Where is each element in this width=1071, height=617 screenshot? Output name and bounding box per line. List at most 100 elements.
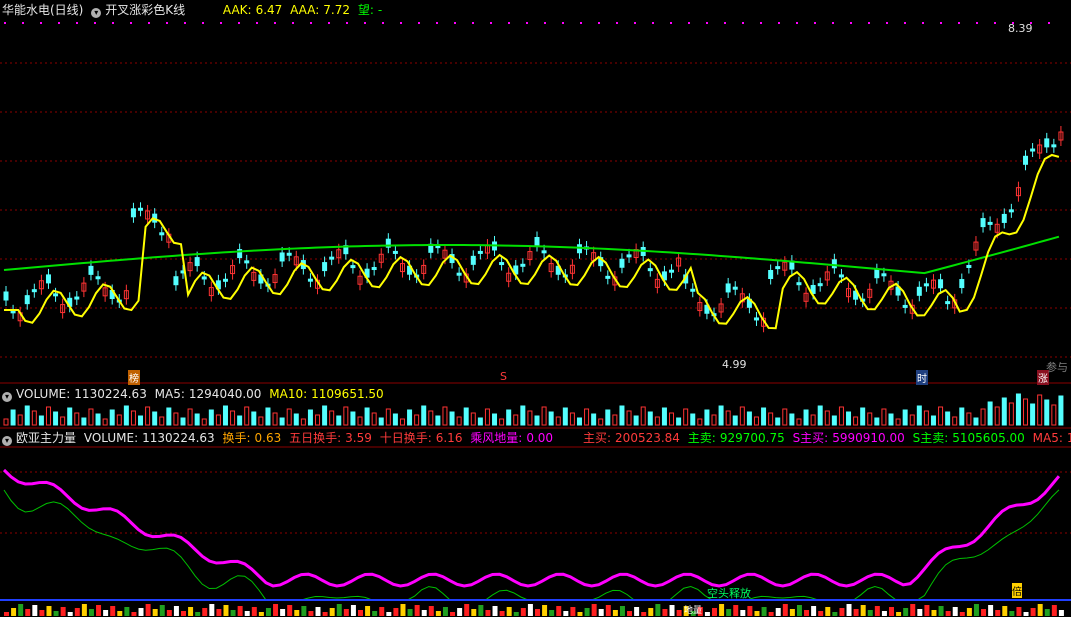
force-block bbox=[860, 605, 866, 616]
force-title[interactable]: 欧亚主力量 bbox=[16, 431, 76, 445]
volume-bar bbox=[980, 408, 986, 426]
force-block bbox=[648, 608, 654, 616]
candle-body bbox=[392, 250, 398, 254]
candle-body bbox=[803, 292, 809, 302]
chevron-down-icon[interactable]: ▾ bbox=[91, 8, 102, 18]
volume-bar bbox=[17, 414, 23, 426]
force-block bbox=[811, 606, 817, 616]
force-block bbox=[117, 611, 123, 616]
volume-bar bbox=[38, 415, 44, 426]
volume-bar bbox=[371, 412, 377, 426]
signal-marker-right1: 时 bbox=[916, 370, 928, 385]
force-block bbox=[499, 611, 505, 616]
force-block bbox=[634, 607, 640, 616]
force-block bbox=[350, 605, 356, 616]
candle-body bbox=[364, 268, 370, 278]
force-block bbox=[846, 604, 852, 616]
candle-body bbox=[499, 262, 505, 266]
volume-bar bbox=[492, 413, 498, 426]
force-block bbox=[747, 606, 753, 616]
marker-dot bbox=[850, 22, 852, 24]
candle-body bbox=[1030, 148, 1036, 152]
force-block bbox=[627, 611, 633, 616]
volume-bar bbox=[60, 416, 66, 426]
volume-bar bbox=[251, 411, 257, 426]
volume-bar bbox=[676, 417, 682, 426]
candle-body bbox=[916, 286, 922, 296]
volume-bar bbox=[853, 416, 859, 426]
marker-dot bbox=[904, 22, 906, 24]
candle-body bbox=[45, 274, 51, 284]
force-line-green bbox=[3, 489, 1060, 601]
force-block bbox=[903, 608, 909, 616]
candle-body bbox=[237, 249, 243, 259]
volume-bar bbox=[938, 406, 944, 426]
candle-body bbox=[718, 303, 724, 313]
force-block bbox=[492, 606, 498, 616]
candle-body bbox=[789, 260, 795, 270]
turnover10-label: 十日换手: bbox=[379, 431, 432, 445]
force-block bbox=[804, 610, 810, 616]
force-block bbox=[655, 604, 661, 616]
volume-bar bbox=[421, 405, 427, 426]
force-block bbox=[782, 604, 788, 616]
force-block bbox=[889, 607, 894, 616]
force-block bbox=[549, 610, 555, 616]
force-block bbox=[46, 606, 52, 616]
marker-dot bbox=[238, 22, 240, 24]
force-block bbox=[273, 604, 279, 616]
volume-bar bbox=[477, 417, 483, 426]
force-block bbox=[789, 609, 795, 616]
force-block bbox=[202, 608, 208, 616]
candle-body bbox=[753, 317, 759, 321]
corner-text[interactable]: 参与 bbox=[1046, 359, 1068, 375]
volume-bar bbox=[768, 412, 774, 426]
volume-bar bbox=[484, 408, 490, 426]
candle-body bbox=[881, 273, 887, 277]
main-sell-value: 200523.84 bbox=[615, 431, 680, 445]
volume-bar bbox=[31, 410, 37, 426]
volume-bar bbox=[817, 405, 823, 426]
chevron-down-icon[interactable]: ▾ bbox=[2, 436, 12, 446]
candle-body bbox=[201, 276, 207, 280]
volume-bar bbox=[470, 412, 476, 426]
volume-bar bbox=[555, 416, 561, 426]
candle-body bbox=[138, 207, 144, 211]
force-block bbox=[577, 612, 583, 616]
volume-header: ▾ VOLUME: 1130224.63 MA5: 1294040.00 MA10: 1… bbox=[2, 386, 388, 402]
kline-chart-canvas[interactable] bbox=[0, 0, 1071, 617]
force-block bbox=[67, 612, 73, 616]
force-block bbox=[719, 604, 725, 616]
volume-bar bbox=[591, 413, 597, 426]
candle-body bbox=[569, 264, 575, 274]
candle-body bbox=[555, 265, 561, 275]
stock-title[interactable]: 华能水电(日线) bbox=[2, 3, 83, 17]
indicator-name[interactable]: 开叉涨彩色K线 bbox=[105, 3, 185, 17]
low-price-label: 4.99 bbox=[722, 358, 747, 371]
marker-dot bbox=[76, 22, 78, 24]
volume-bar bbox=[123, 405, 129, 426]
marker-dot bbox=[184, 22, 186, 24]
candle-body bbox=[513, 265, 519, 275]
volume-bar bbox=[215, 414, 221, 426]
force-block bbox=[563, 611, 569, 616]
volume-bar bbox=[1051, 404, 1057, 426]
chevron-down-icon[interactable]: ▾ bbox=[2, 392, 12, 402]
volume-bar bbox=[803, 409, 809, 426]
candle-body bbox=[173, 276, 179, 286]
volume-bar bbox=[796, 418, 802, 426]
candle-body bbox=[53, 293, 59, 297]
force-block bbox=[917, 609, 923, 616]
force-header: ▾ 欧亚主力量 VOLUME: 1130224.63 换手: 0.63 五日换手: 3.… bbox=[2, 430, 557, 446]
volume-bar bbox=[945, 411, 951, 426]
volume-bar bbox=[654, 416, 660, 426]
volume-bar bbox=[3, 418, 9, 426]
force-block bbox=[796, 605, 802, 616]
candle-body bbox=[945, 301, 951, 305]
force-block bbox=[400, 604, 406, 616]
aak-value: 6.47 bbox=[255, 3, 283, 17]
candle-body bbox=[329, 256, 335, 260]
volume-bar bbox=[336, 415, 342, 426]
main-header: 华能水电(日线) ▾ 开叉涨彩色K线 AAK: 6.47 AAA: 7.72 望: - bbox=[2, 2, 386, 18]
volume-bar bbox=[973, 417, 979, 426]
